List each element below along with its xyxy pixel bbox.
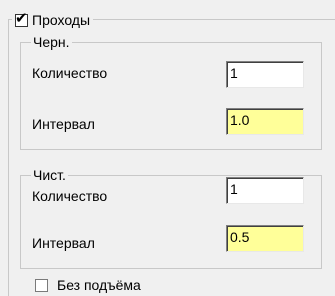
finish-interval-input[interactable]: 0.5	[226, 225, 304, 252]
rough-interval-label: Интервал	[32, 116, 95, 132]
no-lift-label: Без подъёма	[57, 277, 141, 293]
finish-quantity-input[interactable]: 1	[226, 177, 304, 204]
rough-quantity-input[interactable]: 1	[226, 61, 304, 88]
passes-checkbox[interactable]: ✔	[15, 8, 28, 27]
rough-group-title: Черн.	[31, 33, 72, 51]
finish-group-title: Чист.	[31, 166, 68, 184]
rough-quantity-label: Количество	[32, 65, 108, 81]
no-lift-checkbox[interactable]	[35, 278, 48, 292]
passes-panel: ✔ Проходы Черн. Количество 1 Интервал 1.…	[0, 0, 335, 296]
finish-quantity-label: Количество	[32, 188, 108, 204]
no-lift-row: Без подъёма	[35, 275, 141, 295]
rough-interval-input[interactable]: 1.0	[226, 108, 304, 135]
finish-interval-label: Интервал	[32, 235, 95, 251]
check-mark-icon: ✔	[15, 8, 28, 27]
passes-label: Проходы	[32, 12, 91, 28]
passes-header: ✔ Проходы	[12, 8, 94, 30]
